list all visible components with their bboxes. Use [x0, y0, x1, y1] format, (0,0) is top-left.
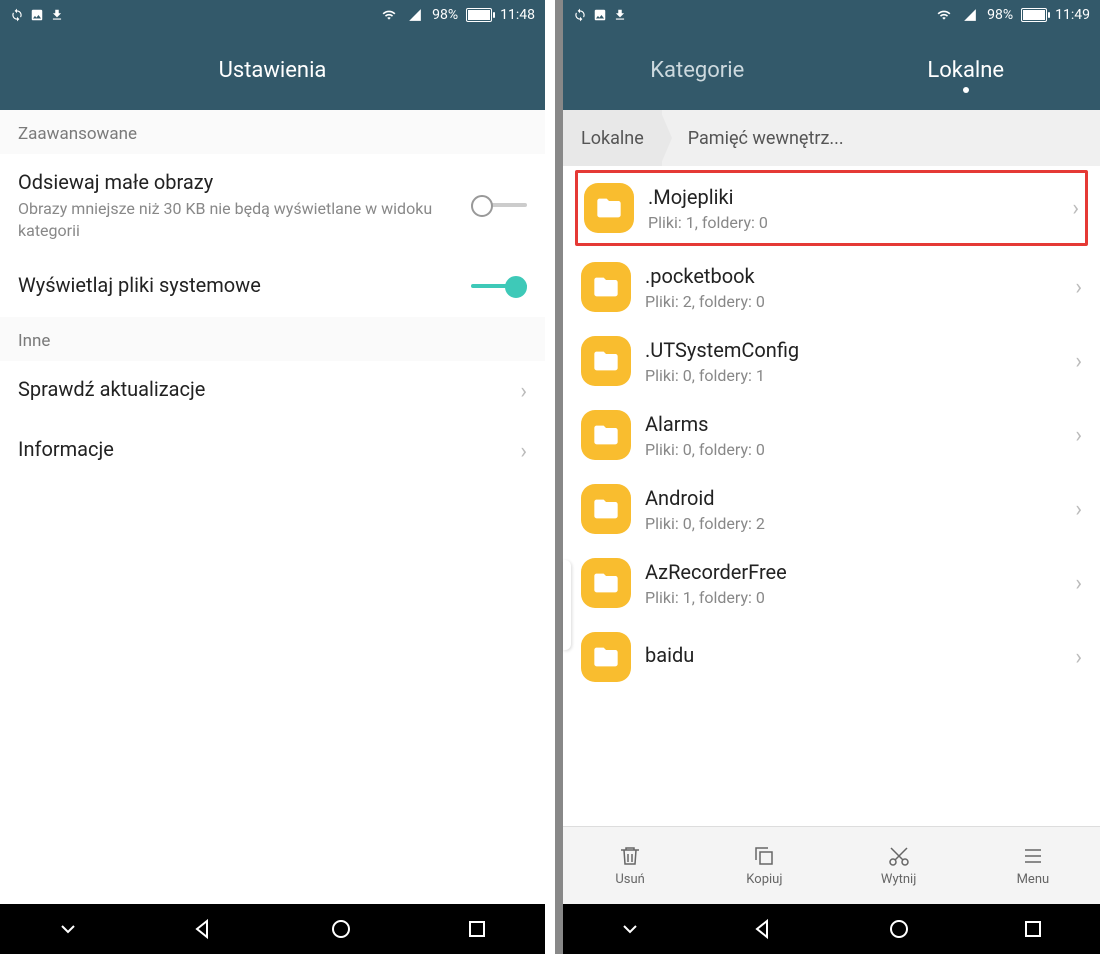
delete-button[interactable]: Usuń	[563, 827, 697, 904]
chevron-right-icon: ›	[1075, 275, 1082, 300]
folder-name: baidu	[645, 643, 1075, 667]
nav-expand[interactable]	[56, 917, 80, 941]
image-icon	[593, 8, 607, 22]
section-other: Inne	[0, 317, 545, 361]
nav-recent[interactable]	[465, 917, 489, 941]
chevron-right-icon: ›	[1072, 196, 1079, 221]
setting-title: Informacje	[18, 437, 520, 461]
folder-details: Pliki: 0, foldery: 2	[645, 514, 1075, 533]
folder-icon	[581, 336, 631, 386]
status-time: 11:48	[500, 7, 535, 23]
android-navbar	[0, 904, 545, 954]
chevron-right-icon: ›	[1075, 423, 1082, 448]
chevron-right-icon: ›	[1075, 497, 1082, 522]
folder-name: Android	[645, 486, 1075, 510]
folder-row[interactable]: AzRecorderFree Pliki: 1, foldery: 0 ›	[563, 546, 1100, 620]
phone-settings: 98% 11:48 Ustawienia Zaawansowane Odsiew…	[0, 0, 545, 954]
sync-icon	[573, 8, 587, 22]
tab-bar: Kategorie Lokalne	[563, 30, 1100, 110]
setting-title: Sprawdź aktualizacje	[18, 377, 520, 401]
folder-row[interactable]: .UTSystemConfig Pliki: 0, foldery: 1 ›	[563, 324, 1100, 398]
folder-name: Alarms	[645, 412, 1075, 436]
download-icon	[613, 8, 627, 22]
trash-icon	[618, 844, 642, 868]
folder-details: Pliki: 0, foldery: 1	[645, 366, 1075, 385]
status-bar: 98% 11:49	[563, 0, 1100, 30]
scissors-icon	[887, 844, 911, 868]
battery-icon	[1021, 8, 1047, 22]
chevron-right-icon: ›	[520, 439, 527, 464]
toggle-filter-small[interactable]	[471, 195, 527, 217]
folder-row[interactable]: .pocketbook Pliki: 2, foldery: 0 ›	[563, 250, 1100, 324]
cut-button[interactable]: Wytnij	[832, 827, 966, 904]
folder-name: .UTSystemConfig	[645, 338, 1075, 362]
phone-files: 98% 11:49 Kategorie Lokalne Lokalne Pami…	[555, 0, 1100, 954]
folder-row[interactable]: .Mojepliki Pliki: 1, foldery: 0 ›	[575, 170, 1088, 246]
folder-row[interactable]: Alarms Pliki: 0, foldery: 0 ›	[563, 398, 1100, 472]
page-title: Ustawienia	[219, 58, 327, 83]
setting-title: Wyświetlaj pliki systemowe	[18, 273, 471, 297]
android-navbar	[563, 904, 1100, 954]
setting-title: Odsiewaj małe obrazy	[18, 170, 471, 194]
folder-icon	[581, 410, 631, 460]
bottom-toolbar: Usuń Kopiuj Wytnij Menu	[563, 826, 1100, 904]
folder-name: AzRecorderFree	[645, 560, 1075, 584]
setting-information[interactable]: Informacje ›	[0, 421, 545, 481]
chevron-right-icon: ›	[1075, 349, 1082, 374]
folder-details: Pliki: 0, foldery: 0	[645, 440, 1075, 459]
chevron-right-icon: ›	[1075, 645, 1082, 670]
toggle-show-system[interactable]	[471, 276, 527, 298]
section-advanced: Zaawansowane	[0, 110, 545, 154]
chevron-right-icon: ›	[1075, 571, 1082, 596]
folder-icon	[581, 262, 631, 312]
tab-local[interactable]: Lokalne	[832, 40, 1100, 101]
status-bar: 98% 11:48	[0, 0, 545, 30]
folder-name: .pocketbook	[645, 264, 1075, 288]
folder-icon	[581, 558, 631, 608]
folder-details: Pliki: 1, foldery: 0	[645, 588, 1075, 607]
setting-check-updates[interactable]: Sprawdź aktualizacje ›	[0, 361, 545, 421]
folder-details: Pliki: 2, foldery: 0	[645, 292, 1075, 311]
folder-row[interactable]: Android Pliki: 0, foldery: 2 ›	[563, 472, 1100, 546]
menu-button[interactable]: Menu	[966, 827, 1100, 904]
wifi-icon	[935, 8, 953, 22]
folder-details: Pliki: 1, foldery: 0	[648, 213, 1072, 232]
image-icon	[30, 8, 44, 22]
side-tab-stub	[563, 560, 571, 650]
breadcrumb: Lokalne Pamięć wewnętrz...	[563, 110, 1100, 166]
battery-icon	[466, 8, 492, 22]
folder-icon	[581, 484, 631, 534]
nav-expand[interactable]	[618, 917, 642, 941]
battery-percent: 98%	[432, 7, 458, 23]
folder-icon	[581, 632, 631, 682]
copy-icon	[752, 844, 776, 868]
status-time: 11:49	[1055, 7, 1090, 23]
nav-back[interactable]	[752, 917, 776, 941]
nav-home[interactable]	[329, 917, 353, 941]
battery-percent: 98%	[987, 7, 1013, 23]
wifi-icon	[380, 8, 398, 22]
folder-icon	[584, 183, 634, 233]
folder-row[interactable]: baidu ›	[563, 620, 1100, 694]
setting-show-system-files[interactable]: Wyświetlaj pliki systemowe	[0, 257, 545, 317]
folder-name: .Mojepliki	[648, 185, 1072, 209]
menu-icon	[1021, 844, 1045, 868]
setting-filter-small-images[interactable]: Odsiewaj małe obrazy Obrazy mniejsze niż…	[0, 154, 545, 257]
signal-icon	[961, 8, 979, 22]
sync-icon	[10, 8, 24, 22]
nav-back[interactable]	[192, 917, 216, 941]
chevron-right-icon: ›	[520, 379, 527, 404]
download-icon	[50, 8, 64, 22]
nav-home[interactable]	[887, 917, 911, 941]
copy-button[interactable]: Kopiuj	[697, 827, 831, 904]
nav-recent[interactable]	[1021, 917, 1045, 941]
signal-icon	[406, 8, 424, 22]
setting-subtitle: Obrazy mniejsze niż 30 KB nie będą wyświ…	[18, 198, 471, 241]
folder-list[interactable]: .Mojepliki Pliki: 1, foldery: 0 › .pocke…	[563, 166, 1100, 826]
tab-categories[interactable]: Kategorie	[563, 40, 832, 101]
app-title-bar: Ustawienia	[0, 30, 545, 110]
breadcrumb-local[interactable]: Lokalne	[563, 110, 662, 166]
breadcrumb-storage[interactable]: Pamięć wewnętrz...	[662, 110, 862, 166]
